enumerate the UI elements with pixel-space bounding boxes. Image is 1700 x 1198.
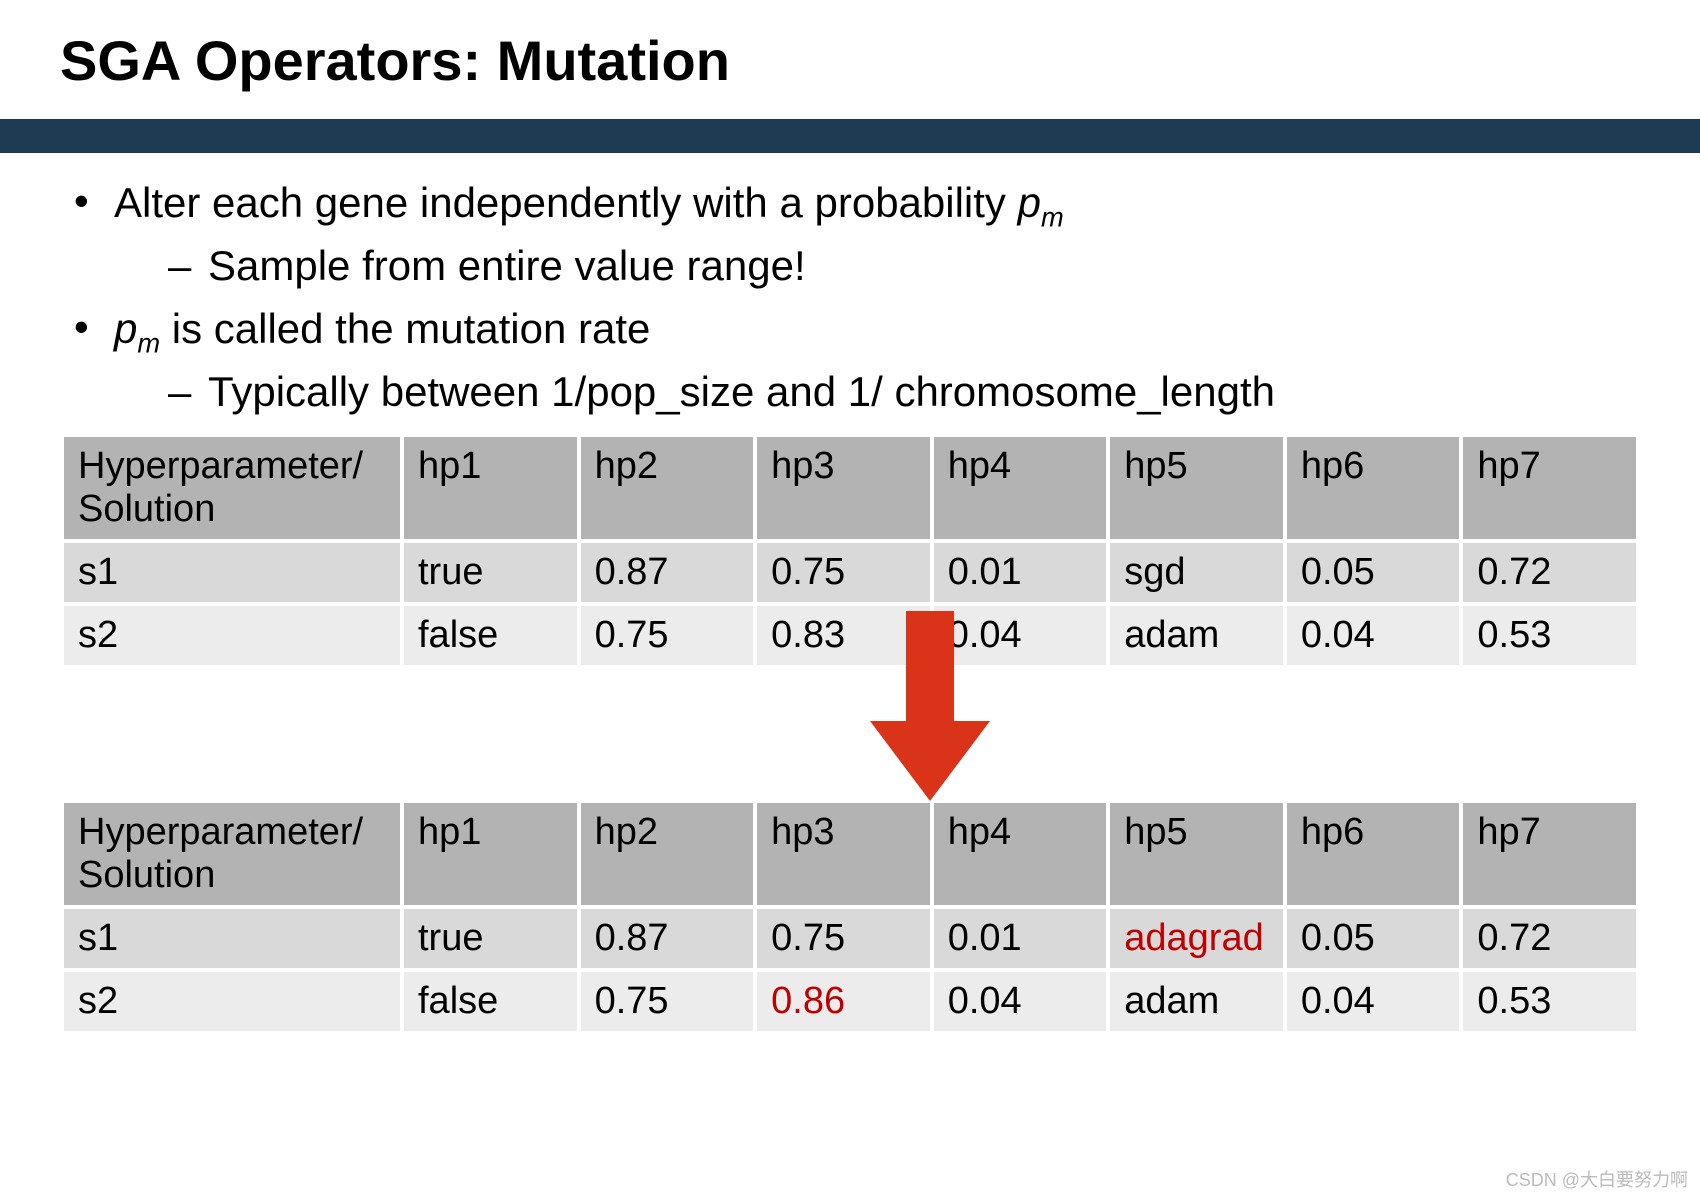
content-area: Alter each gene independently with a pro… (0, 153, 1700, 1035)
table-after: Hyperparameter/ Solution hp1 hp2 hp3 hp4… (60, 799, 1640, 1035)
table-row: s2 false 0.75 0.83 0.04 adam 0.04 0.53 (62, 604, 1638, 667)
td: s2 (62, 970, 402, 1033)
tables-container: Hyperparameter/ Solution hp1 hp2 hp3 hp4… (60, 433, 1640, 1035)
bullet-list: Alter each gene independently with a pro… (60, 175, 1640, 421)
th: hp2 (579, 801, 756, 907)
table-header-row: Hyperparameter/ Solution hp1 hp2 hp3 hp4… (62, 435, 1638, 541)
td: true (402, 907, 579, 970)
sub-bullet-list-2: Typically between 1/pop_size and 1/ chro… (114, 364, 1640, 421)
th: hp6 (1285, 801, 1462, 907)
watermark: CSDN @大白要努力啊 (1506, 1166, 1688, 1192)
td: s1 (62, 907, 402, 970)
th: hp4 (932, 801, 1109, 907)
bullet-1-text-pre: Alter each gene independently with a pro… (114, 179, 1018, 226)
td-mutated: adagrad (1108, 907, 1285, 970)
td: 0.04 (1285, 604, 1462, 667)
td: 0.01 (932, 541, 1109, 604)
td: adam (1108, 970, 1285, 1033)
pm-m: m (1041, 201, 1064, 232)
bullet-2-text-post: is called the mutation rate (160, 305, 650, 352)
th: hp5 (1108, 435, 1285, 541)
td: false (402, 604, 579, 667)
sub-bullet-list-1: Sample from entire value range! (114, 238, 1640, 295)
th: hp6 (1285, 435, 1462, 541)
th: hp7 (1461, 801, 1638, 907)
td: false (402, 970, 579, 1033)
td: 0.05 (1285, 541, 1462, 604)
td-mutated: 0.86 (755, 970, 932, 1033)
td: 0.72 (1461, 907, 1638, 970)
pm-symbol: pm (1018, 179, 1064, 226)
pm-m-2: m (137, 327, 160, 358)
td: 0.75 (579, 970, 756, 1033)
td: 0.53 (1461, 604, 1638, 667)
th: hp1 (402, 801, 579, 907)
th: hp5 (1108, 801, 1285, 907)
table-row: s1 true 0.87 0.75 0.01 sgd 0.05 0.72 (62, 541, 1638, 604)
th: hp7 (1461, 435, 1638, 541)
pm-symbol-2: pm (114, 305, 160, 352)
th: hp3 (755, 435, 932, 541)
td: 0.87 (579, 907, 756, 970)
td: s2 (62, 604, 402, 667)
title-underline-bar (0, 119, 1700, 153)
td: 0.04 (1285, 970, 1462, 1033)
table-header-row: Hyperparameter/ Solution hp1 hp2 hp3 hp4… (62, 801, 1638, 907)
pm-p-2: p (114, 305, 137, 352)
sub-bullet-2: Typically between 1/pop_size and 1/ chro… (168, 364, 1640, 421)
td: adam (1108, 604, 1285, 667)
td: 0.04 (932, 970, 1109, 1033)
td: 0.53 (1461, 970, 1638, 1033)
th: hp3 (755, 801, 932, 907)
td: 0.05 (1285, 907, 1462, 970)
down-arrow-icon (870, 611, 990, 801)
th: hp4 (932, 435, 1109, 541)
pm-p: p (1018, 179, 1041, 226)
table-row: s1 true 0.87 0.75 0.01 adagrad 0.05 0.72 (62, 907, 1638, 970)
th: hp1 (402, 435, 579, 541)
slide-title: SGA Operators: Mutation (0, 0, 1700, 93)
td: 0.75 (755, 541, 932, 604)
td: sgd (1108, 541, 1285, 604)
bullet-1: Alter each gene independently with a pro… (60, 175, 1640, 295)
td: 0.87 (579, 541, 756, 604)
th: Hyperparameter/ Solution (62, 435, 402, 541)
td: s1 (62, 541, 402, 604)
td: 0.72 (1461, 541, 1638, 604)
td: 0.01 (932, 907, 1109, 970)
td: 0.75 (579, 604, 756, 667)
th: Hyperparameter/ Solution (62, 801, 402, 907)
th: hp2 (579, 435, 756, 541)
arrow-gap (60, 669, 1640, 799)
table-before: Hyperparameter/ Solution hp1 hp2 hp3 hp4… (60, 433, 1640, 669)
td: true (402, 541, 579, 604)
td: 0.75 (755, 907, 932, 970)
table-row: s2 false 0.75 0.86 0.04 adam 0.04 0.53 (62, 970, 1638, 1033)
sub-bullet-1: Sample from entire value range! (168, 238, 1640, 295)
bullet-2: pm is called the mutation rate Typically… (60, 301, 1640, 421)
